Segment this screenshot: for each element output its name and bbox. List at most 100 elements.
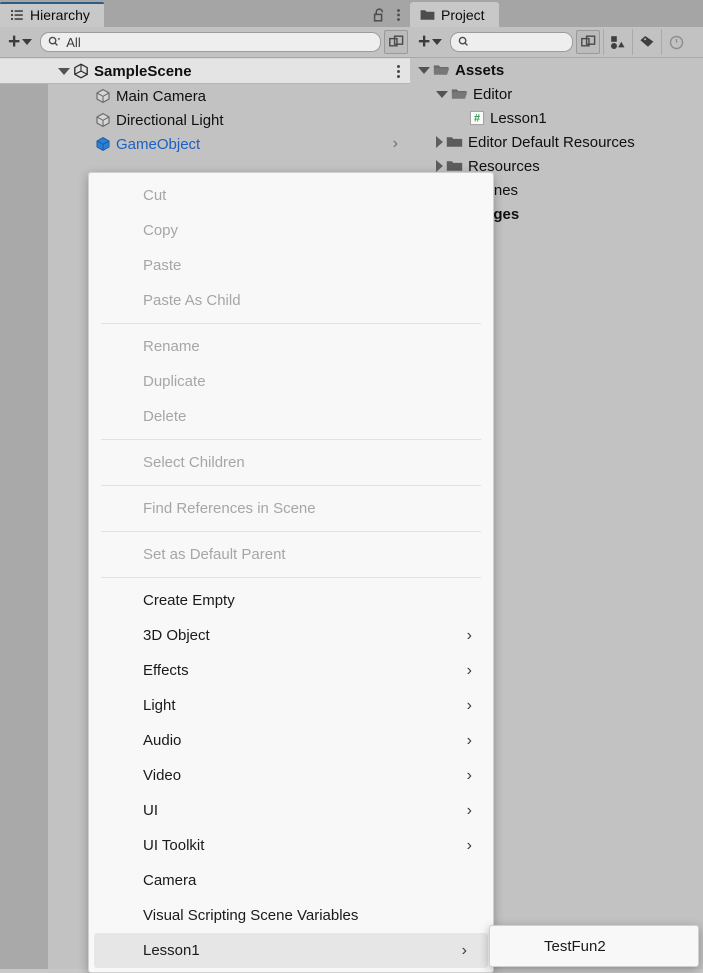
project-toolbar: + [410, 27, 703, 58]
submenu-arrow-icon: › [466, 696, 472, 714]
menu-item: Select Children [89, 445, 493, 480]
hierarchy-list-icon [10, 8, 24, 22]
tree-row-label: Lesson1 [490, 109, 547, 127]
menu-item-label: Audio [143, 732, 182, 749]
folder-open-icon [451, 87, 468, 101]
menu-item-label: UI Toolkit [143, 837, 205, 854]
submenu-arrow-icon: › [466, 731, 472, 749]
tree-row[interactable]: Editor [410, 82, 703, 106]
menu-item: Copy [89, 213, 493, 248]
hierarchy-search-input[interactable]: All [40, 32, 381, 52]
menu-separator [101, 485, 481, 486]
hierarchy-left-gutter [0, 83, 48, 969]
submenu-arrow-icon: › [466, 626, 472, 644]
menu-item-label: Select Children [143, 454, 245, 471]
expand-triangle-right-icon[interactable] [436, 160, 443, 172]
lock-open-icon[interactable] [372, 7, 387, 23]
plus-icon: + [8, 30, 21, 53]
row-kebab-menu-icon[interactable] [397, 64, 400, 78]
hierarchy-add-button[interactable]: + [2, 31, 37, 53]
submenu-arrow-icon: › [466, 836, 472, 854]
plus-icon: + [418, 30, 431, 53]
toolbar-separator [661, 29, 663, 55]
hierarchy-tree: SampleScene Main Camera Directional Light G… [0, 58, 410, 156]
tree-row[interactable]: GameObject › [0, 132, 410, 156]
tree-row[interactable]: Main Camera [0, 84, 410, 108]
project-add-button[interactable]: + [412, 31, 447, 53]
row-expand-chevron-icon[interactable]: › [393, 136, 398, 152]
menu-item: Rename [89, 329, 493, 364]
submenu-arrow-icon: › [466, 661, 472, 679]
menu-item[interactable]: Camera [89, 863, 493, 898]
expand-triangle-down-icon[interactable] [58, 67, 70, 75]
menu-item[interactable]: UI › [89, 793, 493, 828]
tree-row[interactable]: SampleScene [0, 58, 410, 84]
tree-row-label: Editor [473, 85, 513, 103]
tab-hierarchy[interactable]: Hierarchy [0, 2, 104, 27]
tree-row-label: Editor Default Resources [468, 133, 635, 151]
filter-by-label-icon[interactable] [636, 31, 658, 53]
unity-scene-icon [73, 63, 89, 79]
tree-row-label: Assets [455, 61, 505, 79]
menu-item-label: Cut [143, 187, 167, 204]
menu-item-label: Duplicate [143, 373, 206, 390]
menu-item: Paste [89, 248, 493, 283]
folder-icon [420, 8, 435, 21]
menu-item[interactable]: Effects › [89, 653, 493, 688]
menu-item[interactable]: Audio › [89, 723, 493, 758]
menu-item[interactable]: Light › [89, 688, 493, 723]
menu-item-label: Copy [143, 222, 179, 239]
toolbar-separator [632, 29, 634, 55]
project-search-input[interactable] [450, 32, 574, 52]
tree-row[interactable]: # Lesson1 [410, 106, 703, 130]
menu-item[interactable]: 3D Object › [89, 618, 493, 653]
hierarchy-context-menu: Cut Copy Paste Paste As Child Rename Duplicat… [88, 172, 494, 973]
menu-separator [101, 323, 481, 324]
chevron-down-icon [22, 39, 33, 45]
chevron-down-icon [432, 39, 443, 45]
tab-project[interactable]: Project [410, 2, 499, 27]
csharp-script-icon: # [469, 110, 485, 126]
history-icon[interactable] [665, 31, 687, 53]
hierarchy-search-value: All [66, 34, 81, 50]
expand-triangle-right-icon[interactable] [436, 136, 443, 148]
submenu-arrow-icon: › [461, 941, 467, 959]
menu-item[interactable]: UI Toolkit › [89, 828, 493, 863]
submenu-arrow-icon: › [466, 766, 472, 784]
project-popout-window-icon[interactable] [576, 30, 601, 54]
hierarchy-popout-window-icon[interactable] [384, 30, 408, 54]
menu-item-label: Visual Scripting Scene Variables [143, 907, 359, 924]
menu-item[interactable]: Visual Scripting Scene Variables [89, 898, 493, 933]
menu-item-label: Create Empty [143, 592, 235, 609]
menu-item[interactable]: Video › [89, 758, 493, 793]
tree-row[interactable]: Editor Default Resources [410, 130, 703, 154]
menu-item-label: Paste [143, 257, 182, 274]
folder-icon [446, 135, 463, 149]
tree-row[interactable]: Directional Light [0, 108, 410, 132]
tree-row[interactable]: Assets [410, 58, 703, 82]
hierarchy-toolbar: + All [0, 27, 410, 58]
menu-item-label: Find References in Scene [143, 500, 316, 517]
menu-item-label: Light [143, 697, 176, 714]
tree-row-label: SampleScene [94, 62, 192, 80]
menu-item-label: Lesson1 [143, 942, 200, 959]
expand-triangle-down-icon[interactable] [418, 66, 430, 74]
expand-triangle-down-icon[interactable] [436, 90, 448, 98]
tree-row-label: Main Camera [116, 87, 207, 105]
menu-item[interactable]: Create Empty [89, 583, 493, 618]
menu-item-label: Effects [143, 662, 189, 679]
menu-item-label: Rename [143, 338, 200, 355]
submenu-arrow-icon: › [466, 801, 472, 819]
kebab-menu-icon[interactable] [396, 7, 401, 23]
menu-item-label: UI [143, 802, 158, 819]
menu-item[interactable]: Lesson1 › [94, 933, 488, 968]
menu-item-label: TestFun2 [544, 937, 606, 955]
menu-item: Duplicate [89, 364, 493, 399]
menu-item: Delete [89, 399, 493, 434]
tree-row-label: GameObject [116, 135, 201, 153]
search-icon [48, 36, 61, 48]
filter-by-type-icon[interactable] [607, 31, 629, 53]
menu-item[interactable]: TestFun2 [490, 930, 698, 962]
hierarchy-tabbar: Hierarchy [0, 0, 410, 27]
menu-item-label: Set as Default Parent [143, 546, 286, 563]
